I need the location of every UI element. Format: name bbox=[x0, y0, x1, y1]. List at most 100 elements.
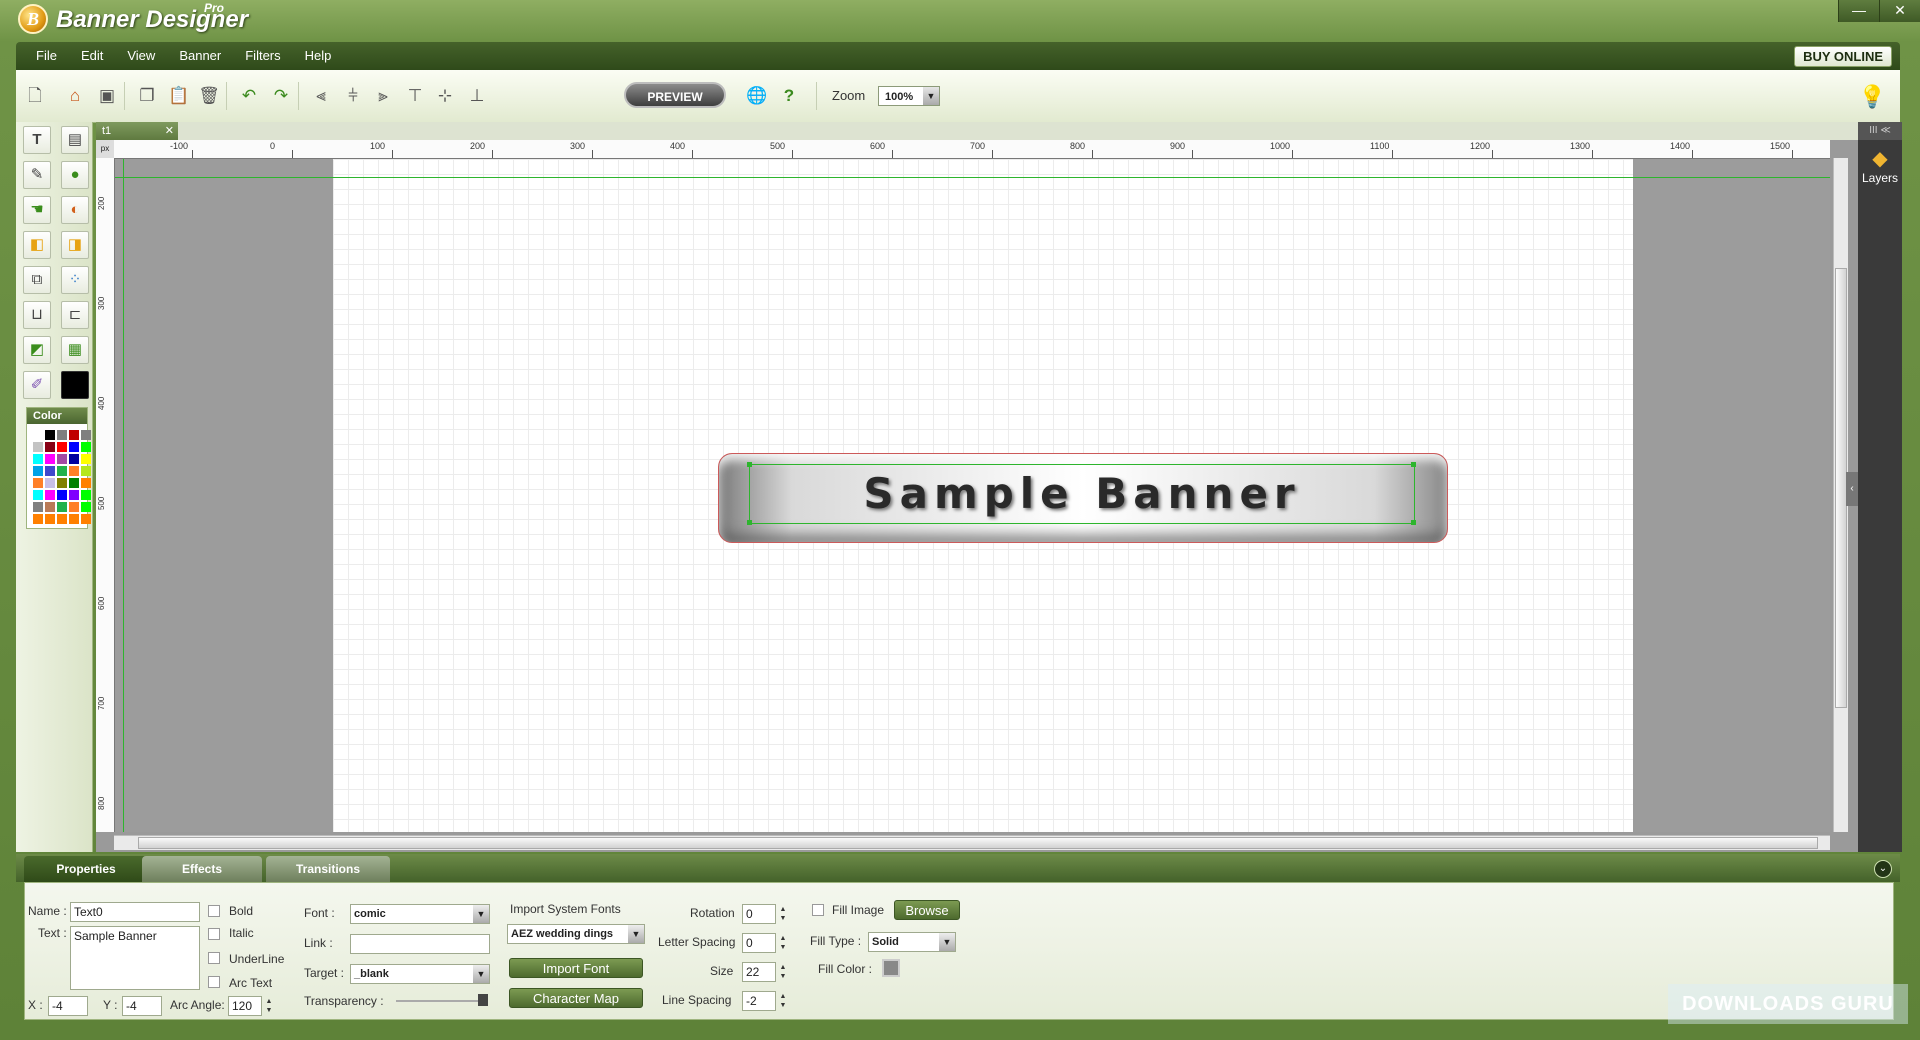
color-swatch[interactable] bbox=[57, 430, 67, 440]
align-middle-icon[interactable]: ⊹ bbox=[434, 85, 456, 107]
color-swatch[interactable] bbox=[45, 466, 55, 476]
arc-text-checkbox[interactable] bbox=[208, 976, 220, 988]
save-icon[interactable]: ▣ bbox=[96, 85, 118, 107]
letter-spacing-field[interactable]: 0 ▲ ▼ bbox=[742, 933, 786, 953]
menu-filters[interactable]: Filters bbox=[233, 48, 292, 63]
color-swatch[interactable] bbox=[81, 502, 91, 512]
menu-help[interactable]: Help bbox=[293, 48, 344, 63]
align-top-icon[interactable]: ⊤ bbox=[404, 85, 426, 107]
layer-order-icon[interactable]: ◩ bbox=[23, 336, 51, 364]
color-swatch[interactable] bbox=[69, 454, 79, 464]
color-swatch[interactable] bbox=[33, 502, 43, 512]
image-tool-icon[interactable]: ▤ bbox=[61, 126, 89, 154]
chevron-down-icon[interactable]: ▼ bbox=[923, 87, 939, 105]
color-swatch[interactable] bbox=[81, 454, 91, 464]
color-swatch[interactable] bbox=[69, 442, 79, 452]
color-swatch[interactable] bbox=[33, 454, 43, 464]
send-back-icon[interactable]: ◧ bbox=[23, 231, 51, 259]
y-field[interactable]: -4 bbox=[122, 996, 162, 1016]
shapes-tool-icon[interactable]: ● bbox=[61, 161, 89, 189]
color-swatch[interactable] bbox=[81, 430, 91, 440]
distribute-icon[interactable]: ⊔ bbox=[23, 301, 51, 329]
align-left-icon[interactable]: ⫷ bbox=[310, 85, 332, 107]
font-select[interactable]: comic ▼ bbox=[350, 904, 490, 924]
color-swatch[interactable] bbox=[45, 430, 55, 440]
menu-view[interactable]: View bbox=[115, 48, 167, 63]
current-color-swatch[interactable] bbox=[61, 371, 89, 399]
size-spinner[interactable]: ▲ ▼ bbox=[777, 963, 789, 981]
color-swatch[interactable] bbox=[57, 502, 67, 512]
italic-checkbox[interactable] bbox=[208, 928, 220, 940]
color-swatch[interactable] bbox=[69, 430, 79, 440]
text-tool-icon[interactable]: T bbox=[23, 126, 51, 154]
color-swatch[interactable] bbox=[45, 478, 55, 488]
resize-handle[interactable] bbox=[747, 520, 752, 525]
color-swatch[interactable] bbox=[45, 442, 55, 452]
browse-button[interactable]: Browse bbox=[894, 900, 960, 920]
menu-edit[interactable]: Edit bbox=[69, 48, 115, 63]
arc-angle-spinner[interactable]: ▲ ▼ bbox=[263, 997, 275, 1015]
rotation-field[interactable]: 0 ▲ ▼ bbox=[742, 904, 786, 924]
color-swatch[interactable] bbox=[45, 514, 55, 524]
color-swatch[interactable] bbox=[69, 514, 79, 524]
pin-tool-icon[interactable]: ✎ bbox=[23, 161, 51, 189]
new-file-icon[interactable]: 🗋 bbox=[24, 85, 46, 107]
redo-icon[interactable]: ↷ bbox=[270, 85, 292, 107]
transparency-slider[interactable] bbox=[396, 1000, 488, 1002]
color-swatch[interactable] bbox=[69, 502, 79, 512]
chevron-down-icon[interactable]: ▼ bbox=[473, 965, 489, 983]
horizontal-scroll-thumb[interactable] bbox=[138, 837, 1818, 849]
web-icon[interactable]: 🌐 bbox=[746, 85, 768, 107]
canvas-page[interactable]: Sample Banner bbox=[333, 159, 1633, 832]
name-field[interactable]: Text0 bbox=[70, 902, 200, 922]
menu-banner[interactable]: Banner bbox=[167, 48, 233, 63]
text-field[interactable]: Sample Banner bbox=[70, 926, 200, 990]
fill-type-select[interactable]: Solid ▼ bbox=[868, 932, 956, 952]
banner-object[interactable]: Sample Banner bbox=[718, 453, 1448, 543]
resize-handle[interactable] bbox=[747, 462, 752, 467]
character-map-button[interactable]: Character Map bbox=[509, 988, 643, 1008]
align-center-icon[interactable]: ⫩ bbox=[342, 85, 364, 107]
ungroup-icon[interactable]: ⁘ bbox=[61, 266, 89, 294]
resize-handle[interactable] bbox=[1411, 520, 1416, 525]
undo-icon[interactable]: ↶ bbox=[238, 85, 260, 107]
line-spacing-field[interactable]: -2 ▲ ▼ bbox=[742, 991, 786, 1011]
chevron-down-icon[interactable]: ▼ bbox=[628, 925, 644, 943]
letter-spacing-spinner[interactable]: ▲ ▼ bbox=[777, 934, 789, 952]
color-swatch[interactable] bbox=[81, 490, 91, 500]
horizontal-scrollbar[interactable] bbox=[114, 835, 1830, 850]
guide-line-horizontal[interactable] bbox=[115, 177, 1830, 178]
color-swatch[interactable] bbox=[81, 466, 91, 476]
link-field[interactable] bbox=[350, 934, 490, 954]
layers-button[interactable]: ◆ Layers bbox=[1858, 146, 1902, 185]
color-swatch[interactable] bbox=[33, 514, 43, 524]
collapse-panel-icon[interactable]: ‹ bbox=[1846, 472, 1858, 506]
rotation-spinner[interactable]: ▲ ▼ bbox=[777, 905, 789, 923]
size-field[interactable]: 22 ▲ ▼ bbox=[742, 962, 786, 982]
color-swatch[interactable] bbox=[33, 478, 43, 488]
banner-text[interactable]: Sample Banner bbox=[749, 464, 1415, 524]
fill-image-checkbox[interactable] bbox=[812, 904, 824, 916]
underline-checkbox[interactable] bbox=[208, 952, 220, 964]
color-swatch[interactable] bbox=[33, 466, 43, 476]
color-swatch[interactable] bbox=[45, 454, 55, 464]
color-swatch[interactable] bbox=[45, 502, 55, 512]
color-swatch[interactable] bbox=[33, 442, 43, 452]
close-button[interactable]: ✕ bbox=[1879, 0, 1920, 22]
color-swatch[interactable] bbox=[81, 478, 91, 488]
line-spacing-spinner[interactable]: ▲ ▼ bbox=[777, 992, 789, 1010]
canvas-area[interactable]: Sample Banner bbox=[115, 159, 1830, 832]
resize-handle[interactable] bbox=[1411, 462, 1416, 467]
copy-icon[interactable]: ❐ bbox=[136, 85, 158, 107]
lightbulb-icon[interactable]: 💡 bbox=[1859, 84, 1886, 110]
group-icon[interactable]: ⧉ bbox=[23, 266, 51, 294]
ellipse-tool-icon[interactable]: ◐ bbox=[61, 196, 89, 224]
tab-transitions[interactable]: Transitions bbox=[266, 856, 390, 882]
system-font-select[interactable]: AEZ wedding dings ▼ bbox=[507, 924, 645, 944]
color-swatch[interactable] bbox=[81, 442, 91, 452]
color-swatch[interactable] bbox=[57, 478, 67, 488]
target-select[interactable]: _blank ▼ bbox=[350, 964, 490, 984]
tab-properties[interactable]: Properties bbox=[24, 856, 148, 882]
arc-angle-field[interactable]: 120 ▲ ▼ bbox=[228, 996, 272, 1016]
import-font-button[interactable]: Import Font bbox=[509, 958, 643, 978]
